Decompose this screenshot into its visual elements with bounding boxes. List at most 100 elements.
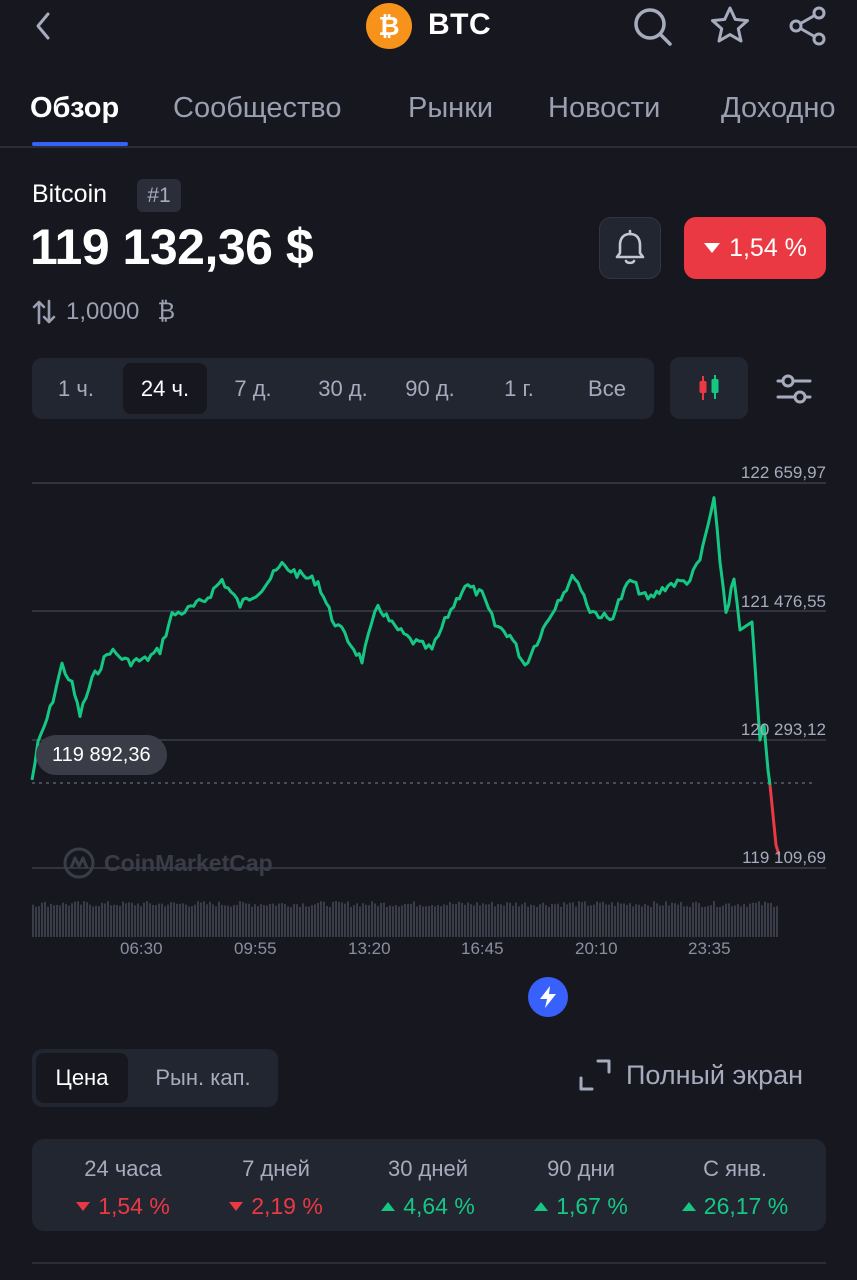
volume-bar	[242, 902, 244, 937]
volume-bar	[338, 901, 340, 937]
chart-mode-toggle: Цена Рын. кап.	[32, 1049, 278, 1107]
volume-bar	[428, 906, 430, 937]
volume-bar	[158, 903, 160, 937]
volume-bar	[482, 903, 484, 937]
volume-bar	[416, 906, 418, 937]
volume-bar	[491, 901, 493, 937]
volume-bar	[371, 901, 373, 937]
volume-bar	[296, 904, 298, 937]
volume-bar	[737, 904, 739, 937]
volume-bar	[701, 906, 703, 937]
fullscreen-button[interactable]: Полный экран	[578, 1058, 803, 1092]
volume-bar	[461, 902, 463, 937]
insights-button[interactable]	[528, 977, 568, 1017]
volume-bar	[761, 905, 763, 937]
range-1y[interactable]: 1 г.	[490, 358, 548, 419]
range-1h[interactable]: 1 ч.	[44, 358, 108, 419]
star-icon[interactable]	[708, 4, 752, 48]
volume-bar	[419, 904, 421, 937]
volume-bar	[437, 905, 439, 937]
volume-bar	[548, 906, 550, 937]
volume-bar	[716, 906, 718, 937]
volume-bar	[422, 906, 424, 937]
volume-bar	[209, 901, 211, 937]
volume-bar	[533, 905, 535, 937]
stat-value-text: 2,19 %	[251, 1193, 323, 1219]
candlestick-toggle-button[interactable]	[670, 357, 748, 419]
volume-bar	[221, 904, 223, 937]
tab-overview[interactable]: Обзор	[30, 92, 119, 125]
volume-bar	[404, 904, 406, 937]
volume-bar	[140, 906, 142, 937]
stat-label: 24 часа	[84, 1156, 162, 1181]
share-icon[interactable]	[786, 4, 830, 48]
volume-bar	[374, 903, 376, 937]
volume-bar	[611, 902, 613, 937]
price-chart[interactable]	[0, 440, 857, 1010]
volume-bar	[677, 904, 679, 937]
volume-bar	[770, 902, 772, 937]
volume-bar	[107, 901, 109, 937]
volume-bar	[614, 905, 616, 937]
volume-bar	[98, 906, 100, 937]
stat-value-text: 26,17 %	[703, 1193, 789, 1219]
candlestick-icon	[699, 375, 719, 400]
price-change-badge: 1,54 %	[684, 217, 826, 279]
volume-bar	[551, 904, 553, 937]
volume-bar	[164, 906, 166, 937]
volume-bar	[116, 905, 118, 937]
volume-bar	[656, 903, 658, 937]
volume-bar	[392, 906, 394, 937]
tab-community[interactable]: Сообщество	[173, 92, 341, 125]
volume-bar	[509, 902, 511, 937]
stat-value: 4,64 %	[349, 1193, 507, 1220]
volume-bar	[38, 906, 40, 937]
volume-bar	[527, 906, 529, 937]
volume-bar	[287, 906, 289, 937]
toggle-price[interactable]: Цена	[36, 1053, 128, 1103]
range-7d[interactable]: 7 д.	[220, 358, 286, 419]
volume-bar	[149, 903, 151, 937]
volume-bar	[407, 903, 409, 937]
volume-bar	[581, 902, 583, 937]
stat-value-text: 1,54 %	[98, 1193, 170, 1219]
back-icon[interactable]	[30, 8, 60, 44]
volume-bar	[236, 904, 238, 937]
volume-bar	[680, 901, 682, 937]
range-all[interactable]: Все	[572, 358, 642, 419]
volume-bar	[251, 906, 253, 937]
volume-bar	[332, 901, 334, 937]
volume-bar	[344, 903, 346, 937]
volume-bar	[512, 905, 514, 937]
volume-bar	[188, 906, 190, 937]
caret-up-icon	[534, 1202, 549, 1211]
volume-bar	[395, 905, 397, 937]
range-30d[interactable]: 30 д.	[302, 358, 384, 419]
volume-bar	[731, 906, 733, 937]
tab-yield[interactable]: Доходно	[721, 92, 836, 125]
volume-bar	[629, 903, 631, 937]
volume-bar	[104, 903, 106, 937]
tab-news[interactable]: Новости	[548, 92, 660, 125]
price-alert-button[interactable]	[599, 217, 661, 279]
range-90d[interactable]: 90 д.	[389, 358, 471, 419]
converter-row[interactable]: 1,0000 ₿	[32, 298, 175, 326]
swap-arrows-icon	[32, 299, 56, 325]
volume-bar	[272, 903, 274, 937]
range-24h[interactable]: 24 ч.	[123, 363, 207, 414]
chart-settings-icon[interactable]	[770, 367, 818, 411]
tab-markets[interactable]: Рынки	[408, 92, 493, 125]
volume-bar	[86, 902, 88, 937]
caret-down-icon	[704, 243, 721, 253]
volume-bar	[635, 904, 637, 937]
toggle-market-cap[interactable]: Рын. кап.	[136, 1049, 270, 1107]
volume-bar	[389, 905, 391, 937]
start-price-badge: 119 892,36	[36, 735, 167, 775]
volume-bar	[704, 906, 706, 937]
volume-bar	[440, 906, 442, 937]
stat-label: 30 дней	[387, 1156, 469, 1181]
volume-bar	[50, 903, 52, 937]
volume-bar	[143, 902, 145, 937]
search-icon[interactable]	[630, 4, 674, 48]
volume-bar	[401, 905, 403, 937]
